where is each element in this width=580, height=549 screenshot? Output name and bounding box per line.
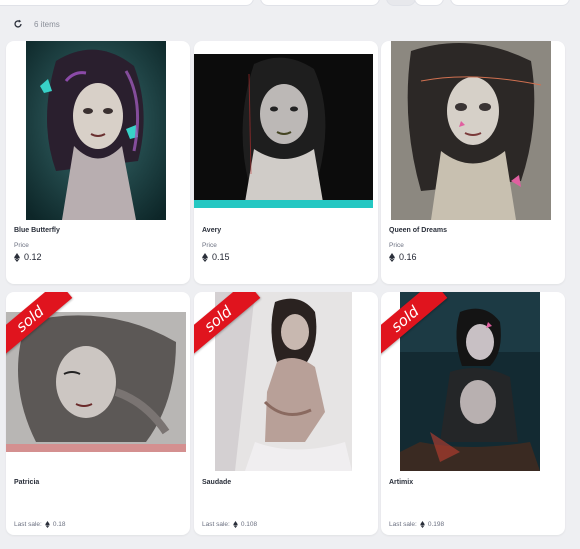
price-amount: 0.12 <box>24 252 42 262</box>
last-sale-label: Last sale: <box>14 521 42 528</box>
price-value: 0.12 <box>14 252 42 262</box>
view-toggle-list[interactable] <box>414 0 444 6</box>
item-title[interactable]: Patricia <box>14 479 39 486</box>
filter-button[interactable] <box>450 0 570 6</box>
artwork-image[interactable] <box>6 312 186 452</box>
price-label: Price <box>14 242 29 249</box>
ethereum-icon <box>419 521 425 528</box>
ethereum-icon <box>389 252 395 262</box>
item-title[interactable]: Avery <box>202 227 221 234</box>
price-amount: 0.16 <box>399 252 417 262</box>
artwork-image[interactable] <box>400 292 540 471</box>
top-controls <box>0 0 580 6</box>
last-sale: Last sale: 0.198 <box>389 521 444 528</box>
price-amount: 0.15 <box>212 252 230 262</box>
artwork-image[interactable] <box>194 54 373 208</box>
refresh-icon[interactable] <box>12 18 24 30</box>
item-count: 6 items <box>34 19 60 29</box>
nft-card[interactable]: sold Saudade Last sale: 0.108 <box>194 292 378 535</box>
nft-card[interactable]: Avery Price 0.15 <box>194 41 378 284</box>
item-title[interactable]: Blue Butterfly <box>14 227 60 234</box>
artwork-image[interactable] <box>215 292 352 471</box>
last-sale-amount: 0.198 <box>427 521 445 528</box>
item-title[interactable]: Saudade <box>202 479 231 486</box>
last-sale: Last sale: 0.18 <box>14 521 65 528</box>
ethereum-icon <box>14 252 20 262</box>
view-toggle-grid[interactable] <box>386 0 416 6</box>
last-sale-label: Last sale: <box>202 521 230 528</box>
last-sale: Last sale: 0.108 <box>202 521 257 528</box>
nft-card[interactable]: sold Artimix Last sale: 0.198 <box>381 292 565 535</box>
nft-card[interactable]: Blue Butterfly Price 0.12 <box>6 41 190 284</box>
price-value: 0.15 <box>202 252 230 262</box>
sort-dropdown[interactable] <box>260 0 380 6</box>
ethereum-icon <box>202 252 208 262</box>
ethereum-icon <box>232 521 238 528</box>
last-sale-label: Last sale: <box>389 521 417 528</box>
last-sale-amount: 0.18 <box>52 521 66 528</box>
search-box[interactable] <box>0 0 254 6</box>
item-title[interactable]: Artimix <box>389 479 413 486</box>
item-title[interactable]: Queen of Dreams <box>389 227 447 234</box>
nft-card[interactable]: sold Patricia Last sale: 0.18 <box>6 292 190 535</box>
artwork-image[interactable] <box>391 41 551 220</box>
last-sale-amount: 0.108 <box>240 521 258 528</box>
artwork-image[interactable] <box>26 41 166 220</box>
results-toolbar: 6 items <box>12 16 60 32</box>
nft-card[interactable]: Queen of Dreams Price 0.16 <box>381 41 565 284</box>
ethereum-icon <box>44 521 50 528</box>
price-label: Price <box>389 242 404 249</box>
price-label: Price <box>202 242 217 249</box>
price-value: 0.16 <box>389 252 417 262</box>
